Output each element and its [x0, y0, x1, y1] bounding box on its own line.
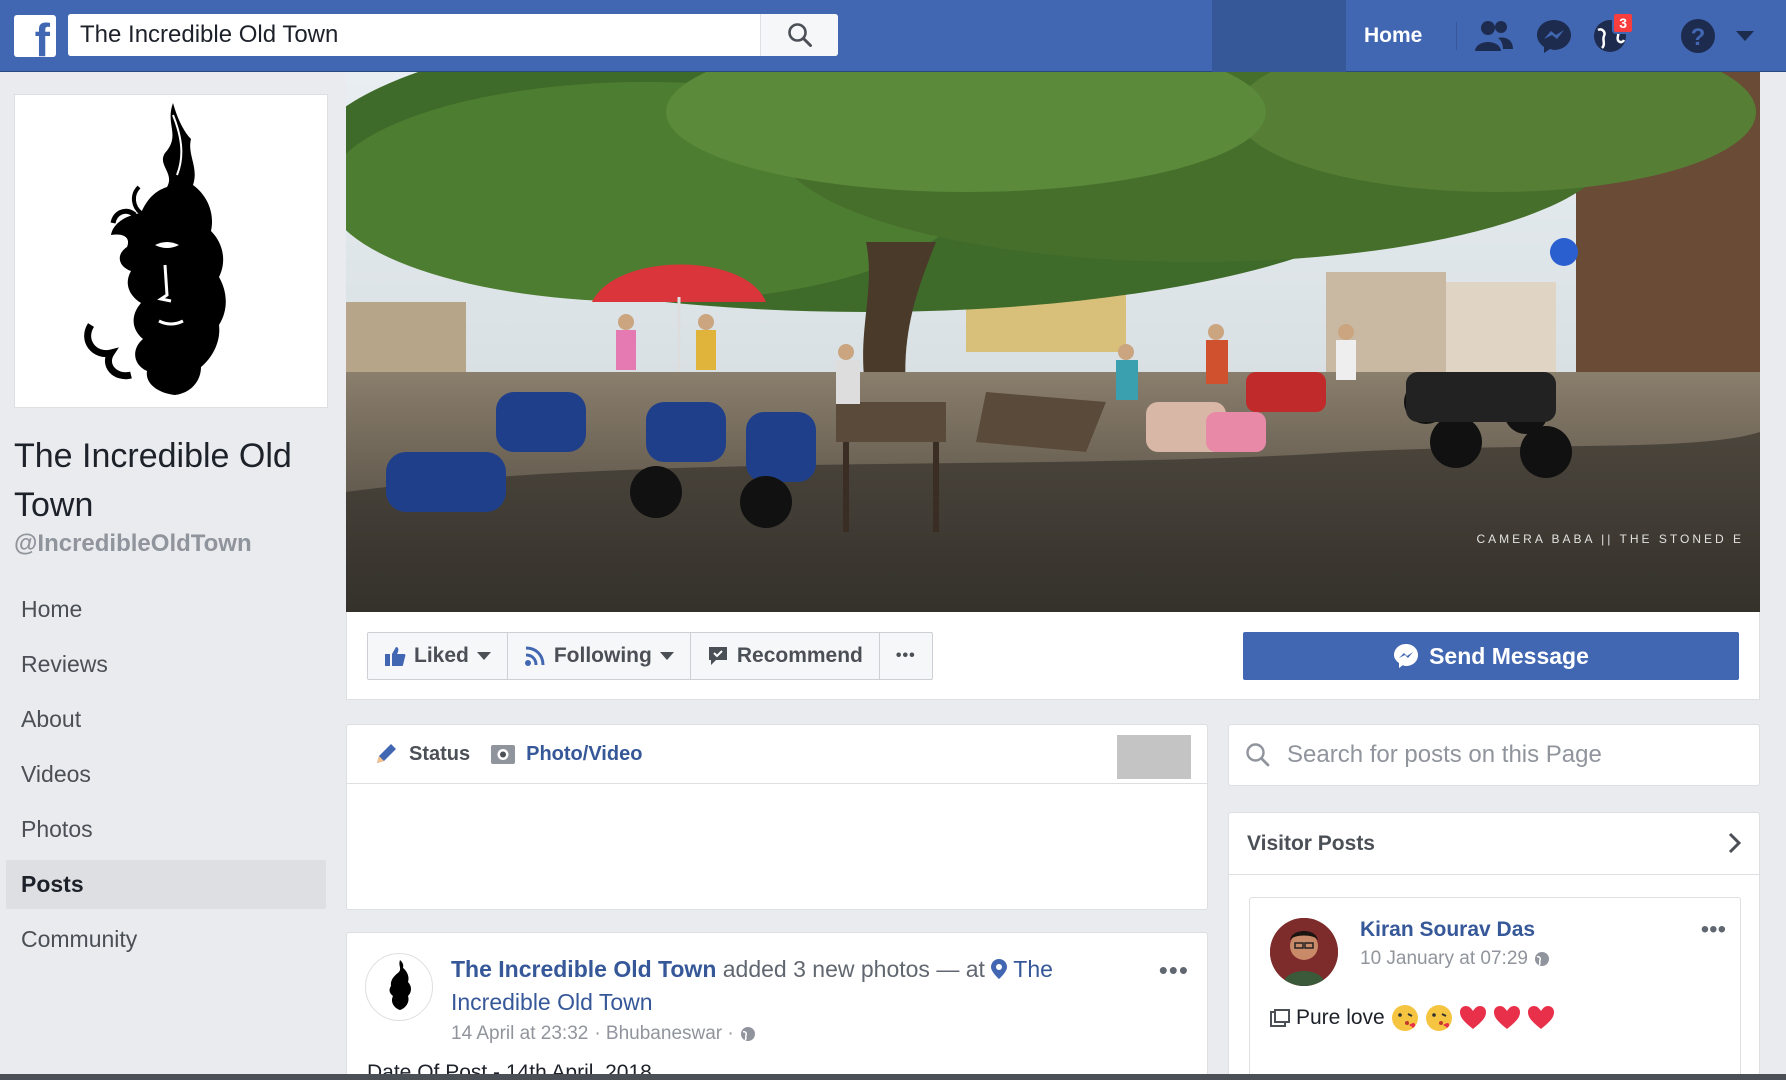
pencil-icon	[377, 744, 396, 763]
page-handle[interactable]: @IncredibleOldTown	[14, 530, 252, 558]
svg-text:?: ?	[1691, 24, 1706, 51]
globe-privacy-icon	[740, 1027, 755, 1041]
search-icon	[787, 23, 812, 47]
recommend-speech-bubble-icon	[708, 647, 727, 665]
page-post: The Incredible Old Town added 3 new phot…	[346, 932, 1208, 1080]
post-place[interactable]: · Bhubaneswar ·	[594, 1023, 733, 1045]
following-button-label: Following	[553, 644, 652, 667]
tab-status-label: Status	[409, 742, 471, 765]
cover-photo-credit: CAMERA BABA || THE STONED E	[1476, 532, 1744, 546]
search-icon	[1246, 743, 1270, 767]
visitor-post-options-button[interactable]: •••	[1701, 916, 1726, 944]
nav-active-profile-area[interactable]	[1212, 0, 1346, 72]
visitor-posts-header[interactable]: Visitor Posts	[1229, 813, 1759, 875]
tab-photo-video-label: Photo/Video	[526, 742, 643, 765]
chevron-down-icon	[659, 652, 674, 660]
sidebar-item-videos[interactable]: Videos	[6, 750, 326, 799]
search-button[interactable]	[760, 14, 838, 56]
visitor-posts-title: Visitor Posts	[1247, 831, 1375, 855]
page-action-buttons: Liked Following Recommend •••	[367, 632, 933, 680]
global-search-input[interactable]	[68, 14, 758, 56]
cover-photo[interactable]: CAMERA BABA || THE STONED E	[346, 72, 1760, 612]
visitor-post-message: Pure love	[1296, 1006, 1385, 1029]
sidebar-item-community[interactable]: Community	[6, 915, 326, 964]
page-action-bar: Liked Following Recommend ••• Send Messa…	[346, 612, 1760, 700]
chevron-down-icon	[476, 652, 491, 660]
post-meta: 14 April at 23:32 · Bhubaneswar ·	[451, 1023, 756, 1045]
nav-home-link[interactable]: Home	[1346, 0, 1440, 72]
account-menu-caret-icon[interactable]	[1730, 16, 1760, 56]
nav-divider	[1456, 22, 1457, 50]
post-header: The Incredible Old Town added 3 new phot…	[451, 953, 1111, 1019]
post-author-avatar[interactable]	[365, 953, 433, 1021]
post-location-line2: Incredible Old Town	[451, 989, 653, 1015]
sidebar-item-reviews[interactable]: Reviews	[6, 640, 326, 689]
messenger-icon	[1394, 644, 1419, 668]
visitor-post-text: Pure love	[1270, 1004, 1555, 1032]
shiva-logo-image	[84, 103, 226, 395]
sidebar-item-photos[interactable]: Photos	[6, 805, 326, 854]
sidebar-item-about[interactable]: About	[6, 695, 326, 744]
composer-tabs: Status Photo/Video	[347, 725, 1207, 784]
recommend-button-label: Recommend	[736, 644, 863, 667]
heart-emoji-icon	[1493, 1006, 1520, 1029]
visitor-avatar-image	[1270, 918, 1338, 986]
send-message-button[interactable]: Send Message	[1243, 632, 1739, 680]
visitor-name[interactable]: Kiran Sourav Das	[1360, 918, 1535, 942]
more-options-button[interactable]: •••	[880, 633, 932, 679]
composer-placeholder-block	[1117, 735, 1191, 779]
notifications-count-badge: 3	[1612, 12, 1634, 34]
messenger-icon[interactable]	[1534, 16, 1574, 56]
help-icon[interactable]: ?	[1678, 16, 1718, 56]
kissing-face-emoji-icon	[1425, 1005, 1452, 1031]
page-post-icon	[1270, 1009, 1290, 1027]
thumbs-up-icon	[385, 647, 406, 666]
page-post-search	[1228, 724, 1760, 786]
page-title[interactable]: The Incredible Old Town	[14, 432, 314, 530]
heart-emoji-icon	[1527, 1006, 1554, 1029]
page-post-search-input[interactable]	[1287, 725, 1747, 785]
camera-icon	[491, 745, 516, 764]
sidebar-item-posts[interactable]: Posts	[6, 860, 326, 909]
chevron-right-icon[interactable]	[1727, 831, 1743, 855]
globe-privacy-icon	[1534, 952, 1549, 966]
kissing-face-emoji-icon	[1391, 1005, 1418, 1031]
heart-emoji-icon	[1459, 1006, 1486, 1029]
post-author-name[interactable]: The Incredible Old Town	[451, 956, 716, 982]
tab-photo-video[interactable]: Photo/Video	[490, 742, 642, 766]
page-sidebar-nav: Home Reviews About Videos Photos Posts C…	[6, 585, 326, 970]
window-bottom-edge	[0, 1074, 1786, 1080]
more-options-label: •••	[895, 647, 916, 664]
cover-photo-street-scene	[346, 72, 1760, 612]
notifications-globe-icon[interactable]: 3	[1590, 12, 1634, 56]
rss-feed-icon	[524, 646, 545, 666]
post-action-text: added 3 new photos — at	[716, 956, 992, 982]
liked-button-label: Liked	[414, 644, 469, 667]
visitor-posts-panel: Visitor Posts Kiran Sourav Das 10 Januar…	[1228, 812, 1760, 1080]
visitor-post-card: Kiran Sourav Das 10 January at 07:29 •••…	[1249, 897, 1741, 1080]
page-profile-picture[interactable]	[14, 94, 328, 408]
shiva-logo-image	[389, 960, 411, 1010]
post-location-line1: The	[1013, 956, 1053, 982]
location-pin-icon	[991, 959, 1008, 979]
visitor-avatar[interactable]	[1270, 918, 1338, 986]
send-message-label: Send Message	[1429, 642, 1589, 669]
global-search	[68, 14, 838, 56]
post-composer: Status Photo/Video	[346, 724, 1208, 910]
facebook-logo-icon[interactable]: f	[14, 15, 56, 63]
recommend-button[interactable]: Recommend	[691, 633, 880, 679]
following-button[interactable]: Following	[508, 633, 691, 679]
top-navigation-bar: f Home 3 ?	[0, 0, 1786, 72]
liked-button[interactable]: Liked	[368, 633, 508, 679]
sidebar-item-home[interactable]: Home	[6, 585, 326, 634]
visitor-post-time: 10 January at 07:29	[1360, 948, 1550, 970]
post-date[interactable]: 14 April at 23:32	[451, 1023, 588, 1045]
post-options-button[interactable]: •••	[1159, 955, 1189, 986]
tab-status[interactable]: Status	[373, 741, 470, 767]
friend-requests-icon[interactable]	[1474, 16, 1514, 56]
visitor-post-timestamp[interactable]: 10 January at 07:29	[1360, 948, 1528, 970]
